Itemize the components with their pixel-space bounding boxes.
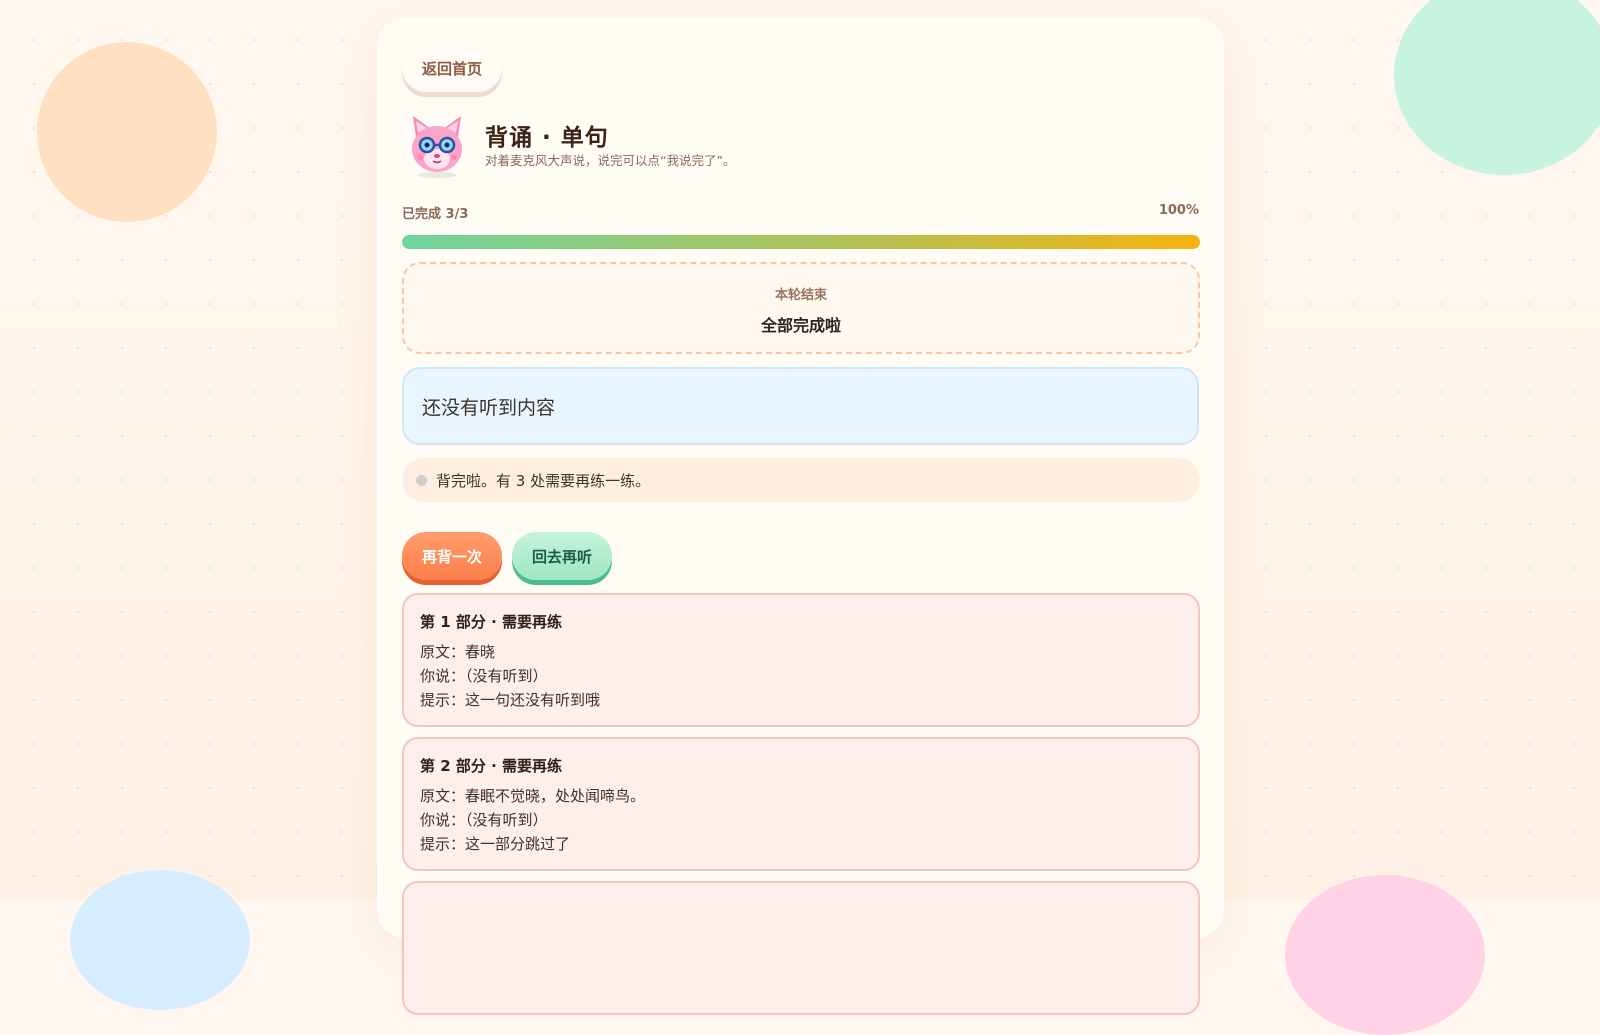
page-title: 背诵 · 单句 bbox=[485, 125, 609, 151]
part-card bbox=[402, 881, 1200, 1015]
round-message: 全部完成啦 bbox=[760, 316, 841, 335]
round-result-box: 本轮结束 全部完成啦 bbox=[402, 262, 1200, 354]
page-subtitle: 对着麦克风大声说，说完可以点“我说完了”。 bbox=[485, 153, 736, 168]
round-kicker: 本轮结束 bbox=[774, 288, 827, 303]
decor-circle-pink bbox=[1285, 875, 1485, 1035]
part-hint: 提示：这一句还没有听到哦 bbox=[420, 691, 601, 709]
part-hint: 提示：这一部分跳过了 bbox=[420, 835, 571, 853]
status-text: 背完啦。有 3 处需要再练一练。 bbox=[436, 471, 651, 490]
back-home-button[interactable]: 返回首页 bbox=[402, 44, 502, 92]
relisten-button[interactable]: 回去再听 bbox=[512, 532, 612, 580]
retry-recite-button[interactable]: 再背一次 bbox=[402, 532, 502, 580]
decor-circle-blue bbox=[70, 870, 250, 1010]
progress-percent-label: 100% bbox=[1158, 203, 1199, 218]
part-said: 你说：（没有听到） bbox=[420, 811, 548, 829]
status-bar: 背完啦。有 3 处需要再练一练。 bbox=[402, 458, 1200, 502]
part-original: 原文：春晓 bbox=[420, 643, 496, 661]
part-card: 第 2 部分 · 需要再练 原文：春眠不觉晓，处处闻啼鸟。 你说：（没有听到） … bbox=[402, 737, 1200, 871]
cat-avatar-icon bbox=[407, 113, 467, 179]
status-dot-icon bbox=[416, 474, 427, 486]
progress-bar-fill bbox=[402, 235, 1200, 249]
recitation-card: 返回首页 背诵 · 单句 对着麦克风大声说，说完可以点“我说完了”。 已完成 3… bbox=[377, 18, 1224, 1015]
parts-list: 第 1 部分 · 需要再练 原文：春晓 你说：（没有听到） 提示：这一句还没有听… bbox=[402, 593, 1200, 1025]
decor-circle-peach bbox=[37, 42, 217, 222]
part-original: 原文：春眠不觉晓，处处闻啼鸟。 bbox=[420, 787, 646, 805]
progress-count-label: 已完成 3/3 bbox=[402, 207, 469, 222]
transcript-text: 还没有听到内容 bbox=[422, 396, 556, 419]
part-card: 第 1 部分 · 需要再练 原文：春晓 你说：（没有听到） 提示：这一句还没有听… bbox=[402, 593, 1200, 727]
transcript-box: 还没有听到内容 bbox=[402, 367, 1199, 445]
progress-bar bbox=[402, 235, 1200, 249]
part-title: 第 1 部分 · 需要再练 bbox=[420, 613, 563, 631]
part-title: 第 2 部分 · 需要再练 bbox=[420, 757, 563, 775]
part-said: 你说：（没有听到） bbox=[420, 667, 548, 685]
